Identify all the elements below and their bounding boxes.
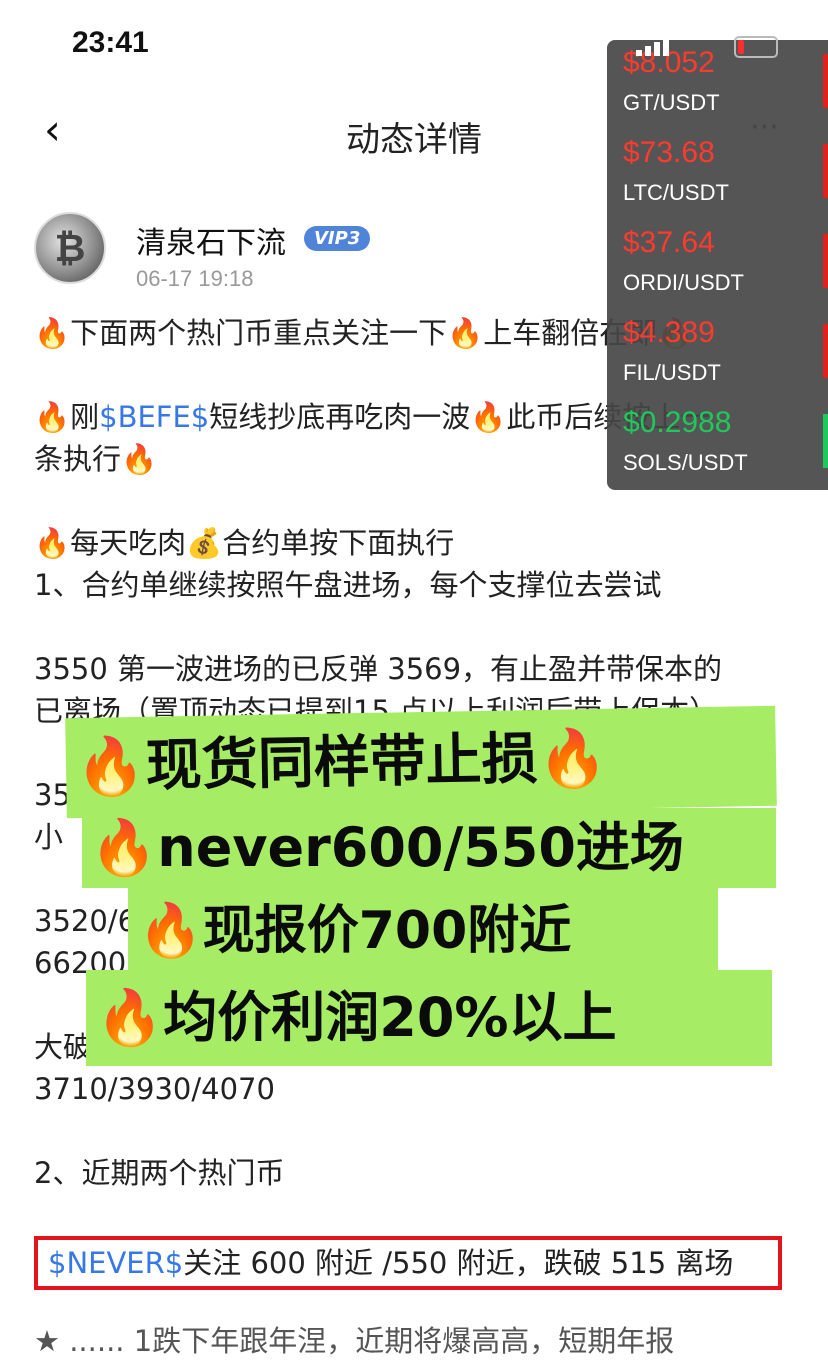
ticker-item[interactable]: $73.68 LTC/USDT [623,130,828,220]
money-bag-icon: 💰 [186,526,223,560]
trend-bar [823,324,828,378]
ticker-pair: GT/USDT [623,90,720,115]
ticker-price: $0.2988 [623,406,732,439]
post-line: 2、近期两个热门币 [34,1156,285,1190]
ticker-item[interactable]: $0.2988 SOLS/USDT [623,400,828,490]
ticker-item[interactable]: $4.389 FIL/USDT [623,310,828,400]
signal-icon [636,36,676,56]
post-line: 3710/3930/4070 [34,1072,275,1106]
battery-icon [734,36,778,58]
overlay-sticker: 🔥均价利润20%以上 [86,970,772,1066]
ticker-pair: LTC/USDT [623,180,729,205]
ticker-pair: SOLS/USDT [623,450,748,475]
fire-icon: 🔥 [75,733,147,801]
status-time: 23:41 [72,26,149,59]
author-header: ₿ 清泉石下流 VIP3 06-17 19:18 [34,212,634,292]
coin-tag-never[interactable]: $NEVER$ [48,1246,183,1280]
fire-icon: 🔥 [34,526,71,560]
ticker-price: $73.68 [623,136,715,169]
trend-bar [823,144,828,198]
coin-tag-befe[interactable]: $BEFE$ [99,400,209,434]
ticker-item[interactable]: $37.64 ORDI/USDT [623,220,828,310]
trend-bar [823,54,828,108]
fire-icon: 🔥 [138,901,203,961]
post-line: ★ ...... 1跌下年跟年涅，近期将爆高高，短期年报 [34,1324,675,1358]
overlay-sticker: 🔥现货同样带止损🔥 [65,705,777,819]
fire-icon: 🔥 [121,442,158,476]
ticker-price: $37.64 [623,226,715,259]
status-icons [636,30,786,60]
trend-bar [823,414,828,468]
ticker-pair: FIL/USDT [623,360,721,385]
trend-bar [823,234,828,288]
fire-icon: 🔥 [537,725,608,792]
author-name[interactable]: 清泉石下流 [136,218,286,262]
fire-icon: 🔥 [96,986,164,1049]
post-timestamp: 06-17 19:18 [136,266,254,291]
bitcoin-icon: ₿ [54,226,86,270]
post-line: 3550 第一波进场的已反弹 3569，有止盈并带保本的 [34,652,723,686]
fire-icon: 🔥 [34,400,71,434]
vip-badge: VIP3 [304,226,371,251]
fire-icon: 🔥 [470,400,507,434]
ticker-pair: ORDI/USDT [623,270,744,295]
avatar[interactable]: ₿ [34,212,106,284]
highlighted-line: $NEVER$关注 600 附近 /550 附近，跌破 515 离场 [34,1236,782,1290]
fire-icon: 🔥 [447,316,484,350]
price-ticker-panel: $8.052 GT/USDT $73.68 LTC/USDT $37.64 OR… [607,40,828,490]
fire-icon: 🔥 [34,316,71,350]
post-line: 🔥每天吃肉💰合约单按下面执行 [34,526,455,560]
fire-icon: 🔥 [90,816,158,879]
overlay-sticker: 🔥现报价700附近 [128,888,718,974]
post-line: 1、合约单继续按照午盘进场，每个支撑位去尝试 [34,568,662,602]
overlay-sticker: 🔥never600/550进场 [82,808,776,888]
ticker-price: $4.389 [623,316,715,349]
